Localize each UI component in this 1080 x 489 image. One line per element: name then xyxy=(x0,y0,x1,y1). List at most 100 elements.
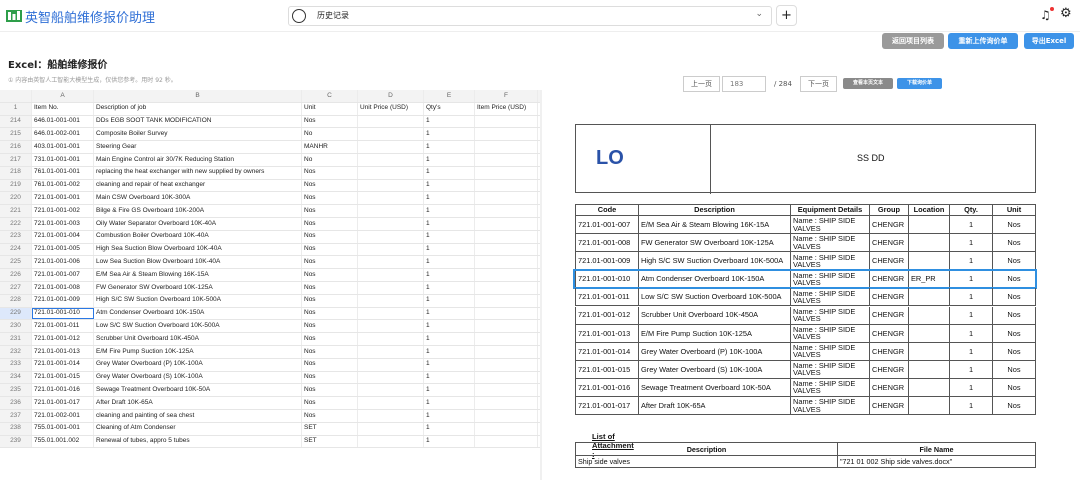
table-row[interactable]: 218 761.01-001-001 replacing the heat exch… xyxy=(0,166,540,180)
table-cell[interactable]: 721.01-001-015 xyxy=(32,371,94,384)
row-number[interactable]: 226 xyxy=(0,269,32,281)
table-cell[interactable]: 721.01-001-008 xyxy=(32,282,94,294)
table-cell[interactable] xyxy=(358,320,424,333)
row-number[interactable]: 222 xyxy=(0,218,32,230)
table-cell[interactable]: 721.01-001-001 xyxy=(32,192,94,205)
table-cell[interactable]: Nos xyxy=(302,230,358,243)
table-cell[interactable]: Nos xyxy=(302,333,358,345)
table-cell[interactable]: High Sea Suction Blow Overboard 10K-40A xyxy=(94,243,302,256)
column-letter[interactable] xyxy=(0,90,32,102)
table-cell[interactable] xyxy=(358,384,424,397)
table-cell[interactable] xyxy=(358,410,424,422)
table-cell[interactable]: 1 xyxy=(424,128,475,141)
table-cell[interactable]: Nos xyxy=(302,320,358,333)
notification-bell-icon[interactable]: ♫ xyxy=(1040,8,1051,22)
column-letter[interactable]: B xyxy=(94,90,302,102)
column-letter[interactable]: C xyxy=(302,90,358,102)
table-cell[interactable] xyxy=(358,230,424,243)
table-cell[interactable]: 755.01-001-001 xyxy=(32,422,94,435)
table-cell[interactable]: Nos xyxy=(302,256,358,269)
table-cell[interactable]: No xyxy=(302,128,358,141)
table-cell[interactable]: Nos xyxy=(302,358,358,371)
table-cell[interactable]: Nos xyxy=(302,282,358,294)
table-row[interactable]: 229 721.01-001-010 Atm Condenser Overboard… xyxy=(0,307,540,321)
table-cell[interactable] xyxy=(475,192,538,205)
prev-page-button[interactable]: 上一页 xyxy=(683,76,720,92)
row-number[interactable]: 237 xyxy=(0,410,32,422)
table-cell[interactable]: 721.01-001-012 xyxy=(32,333,94,345)
table-cell[interactable] xyxy=(358,397,424,409)
table-row[interactable]: 235 721.01-001-016 Sewage Treatment Overbo… xyxy=(0,384,540,398)
table-cell[interactable] xyxy=(358,371,424,384)
header-cell[interactable]: Description of job xyxy=(94,102,302,115)
table-cell[interactable]: 721.01-001-014 xyxy=(32,358,94,371)
table-row[interactable]: 217 731.01-001-001 Main Engine Control air… xyxy=(0,154,540,167)
table-cell[interactable] xyxy=(358,435,424,448)
table-cell[interactable]: 403.01-001-001 xyxy=(32,141,94,153)
table-cell[interactable]: SET xyxy=(302,435,358,448)
table-cell[interactable]: replacing the heat exchanger with new su… xyxy=(94,166,302,179)
table-cell[interactable]: 721.01-001-006 xyxy=(32,256,94,269)
download-inquiry-button[interactable]: 下载询价单 xyxy=(897,78,942,89)
table-cell[interactable]: Sewage Treatment Overboard 10K-50A xyxy=(94,384,302,397)
table-cell[interactable]: DDs EGB SOOT TANK MODIFICATION xyxy=(94,115,302,128)
row-number[interactable]: 214 xyxy=(0,115,32,128)
table-cell[interactable]: Nos xyxy=(302,192,358,205)
table-cell[interactable] xyxy=(475,294,538,307)
table-cell[interactable]: 1 xyxy=(424,282,475,294)
table-cell[interactable]: No xyxy=(302,154,358,166)
table-cell[interactable] xyxy=(475,269,538,281)
header-cell[interactable]: Item Price (USD) xyxy=(475,102,538,115)
table-cell[interactable] xyxy=(358,141,424,153)
table-cell[interactable] xyxy=(358,179,424,192)
table-cell[interactable]: 1 xyxy=(424,256,475,269)
row-number[interactable]: 236 xyxy=(0,397,32,409)
table-cell[interactable] xyxy=(475,435,538,448)
row-number[interactable]: 216 xyxy=(0,141,32,153)
table-row[interactable]: 232 721.01-001-013 E/M Fire Pump Suction 1… xyxy=(0,346,540,359)
table-cell[interactable]: Nos xyxy=(302,115,358,128)
table-cell[interactable]: 721.01-001-013 xyxy=(32,346,94,358)
table-row[interactable]: 239 755.01.001.002 Renewal of tubes, appro… xyxy=(0,435,540,449)
table-cell[interactable]: cleaning and repair of heat exchanger xyxy=(94,179,302,192)
table-cell[interactable]: Cleaning of Atm Condenser xyxy=(94,422,302,435)
row-number[interactable]: 232 xyxy=(0,346,32,358)
header-cell[interactable]: Unit Price (USD) xyxy=(358,102,424,115)
table-row[interactable]: 214 646.01-001-001 DDs EGB SOOT TANK MODIF… xyxy=(0,115,540,129)
table-cell[interactable]: 755.01.001.002 xyxy=(32,435,94,448)
table-row[interactable]: 221 721.01-001-002 Bilge & Fire GS Overboa… xyxy=(0,205,540,218)
column-letter[interactable]: D xyxy=(358,90,424,102)
table-cell[interactable]: Atm Condenser Overboard 10K-150A xyxy=(94,307,302,320)
table-cell[interactable]: After Draft 10K-65A xyxy=(94,397,302,409)
table-cell[interactable]: 721.01-001-003 xyxy=(32,218,94,230)
table-cell[interactable] xyxy=(358,422,424,435)
view-page-text-button[interactable]: 查看本页文本 xyxy=(843,78,893,89)
table-cell[interactable]: Nos xyxy=(302,243,358,256)
table-cell[interactable]: Nos xyxy=(302,294,358,307)
table-cell[interactable]: 1 xyxy=(424,192,475,205)
next-page-button[interactable]: 下一页 xyxy=(800,76,837,92)
row-number[interactable]: 1 xyxy=(0,102,32,115)
table-row[interactable]: 227 721.01-001-008 FW Generator SW Overboa… xyxy=(0,282,540,295)
table-row[interactable]: 219 761.01-001-002 cleaning and repair of … xyxy=(0,179,540,193)
table-cell[interactable]: 1 xyxy=(424,115,475,128)
table-cell[interactable] xyxy=(358,205,424,217)
row-number[interactable]: 228 xyxy=(0,294,32,307)
table-cell[interactable]: 721.01-001-017 xyxy=(32,397,94,409)
table-cell[interactable]: 721.01-001-016 xyxy=(32,384,94,397)
table-cell[interactable] xyxy=(475,141,538,153)
row-number[interactable]: 218 xyxy=(0,166,32,179)
table-cell[interactable]: Scrubber Unit Overboard 10K-450A xyxy=(94,333,302,345)
table-cell[interactable]: Main CSW Overboard 10K-300A xyxy=(94,192,302,205)
row-number[interactable]: 235 xyxy=(0,384,32,397)
column-letter[interactable]: E xyxy=(424,90,475,102)
table-cell[interactable]: 761.01-001-001 xyxy=(32,166,94,179)
table-cell[interactable] xyxy=(475,154,538,166)
table-cell[interactable]: FW Generator SW Overboard 10K-125A xyxy=(94,282,302,294)
export-excel-button[interactable]: 导出Excel xyxy=(1024,33,1074,49)
table-cell[interactable] xyxy=(358,307,424,320)
table-cell[interactable]: Main Engine Control air 30/7K Reducing S… xyxy=(94,154,302,166)
table-cell[interactable]: 731.01-001-001 xyxy=(32,154,94,166)
table-cell[interactable]: 1 xyxy=(424,371,475,384)
table-cell[interactable]: 1 xyxy=(424,384,475,397)
